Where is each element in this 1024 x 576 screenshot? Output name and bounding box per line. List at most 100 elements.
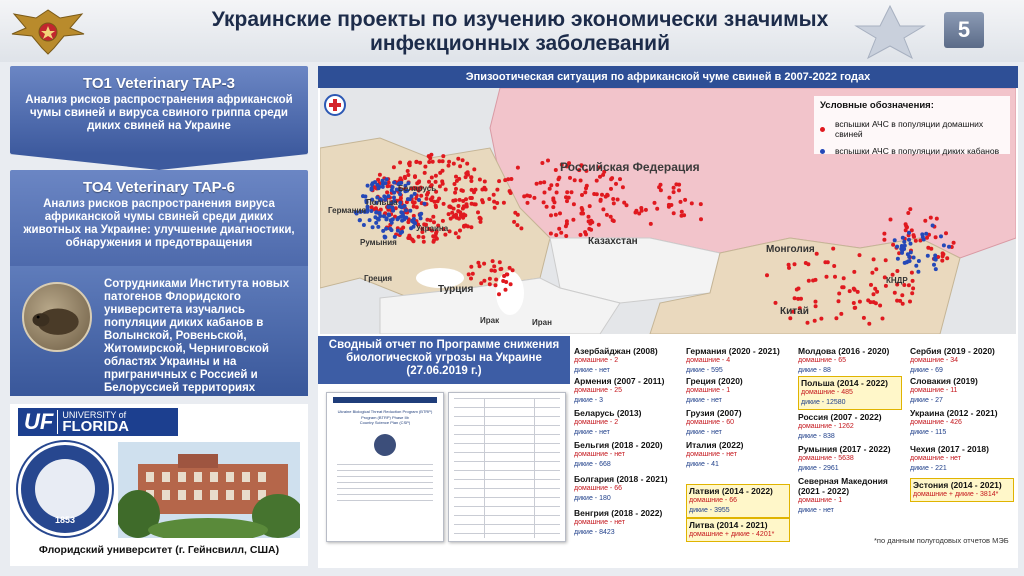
wild-count: дикие - 12580 bbox=[801, 399, 846, 406]
domestic-outbreak-dot bbox=[430, 159, 435, 164]
map-legend: Условные обозначения: вспышки АЧС в попу… bbox=[814, 96, 1010, 156]
wild-count: дикие - 88 bbox=[798, 367, 831, 374]
domestic-outbreak-dot bbox=[805, 320, 810, 325]
domestic-outbreak-dot bbox=[431, 234, 436, 239]
wild-outbreak-dot bbox=[367, 218, 372, 223]
domestic-outbreak-dot bbox=[478, 219, 483, 224]
country-name: Литва (2014 - 2021) bbox=[689, 520, 768, 530]
report-document-table bbox=[448, 392, 566, 542]
wild-count: дикие - 69 bbox=[910, 367, 943, 374]
domestic-outbreak-dot bbox=[411, 239, 416, 244]
domestic-count: домашние - 66 bbox=[574, 485, 622, 492]
domestic-outbreak-dot bbox=[557, 226, 562, 231]
domestic-outbreak-dot bbox=[522, 194, 527, 199]
domestic-outbreak-dot bbox=[851, 301, 856, 305]
domestic-outbreak-dot bbox=[457, 197, 462, 202]
wild-outbreak-dot bbox=[409, 226, 414, 231]
domestic-outbreak-dot bbox=[451, 161, 456, 166]
domestic-outbreak-dot bbox=[454, 174, 458, 179]
country-name: Латвия (2014 - 2022) bbox=[689, 486, 773, 496]
wild-outbreak-dot bbox=[895, 244, 900, 249]
domestic-outbreak-dot bbox=[951, 240, 956, 245]
domestic-outbreak-dot bbox=[505, 272, 510, 277]
domestic-outbreak-dot bbox=[465, 161, 470, 166]
domestic-outbreak-dot bbox=[377, 172, 382, 177]
uf-logo-line2: FLORIDA bbox=[62, 418, 129, 435]
wild-outbreak-dot bbox=[408, 208, 413, 213]
domestic-outbreak-dot bbox=[540, 161, 545, 165]
wild-outbreak-dot bbox=[939, 234, 943, 239]
domestic-outbreak-dot bbox=[594, 178, 599, 183]
wild-outbreak-dot bbox=[930, 223, 935, 228]
country-name: Италия (2022) bbox=[686, 440, 744, 450]
legend-label-wild: вспышки АЧС в популяции диких кабанов bbox=[835, 146, 1000, 156]
domestic-outbreak-dot bbox=[492, 205, 497, 210]
domestic-outbreak-dot bbox=[600, 192, 604, 197]
country-name: Чехия (2017 - 2018) bbox=[910, 444, 989, 454]
domestic-outbreak-dot bbox=[556, 177, 561, 182]
page-title-line1: Украинские проекты по изучению экономиче… bbox=[211, 8, 829, 31]
domestic-outbreak-dot bbox=[689, 201, 694, 206]
domestic-outbreak-dot bbox=[454, 186, 458, 191]
right-panel: Эпизоотическая ситуация по африканской ч… bbox=[318, 66, 1018, 568]
domestic-outbreak-dot bbox=[407, 161, 411, 166]
country-name: Азербайджан (2008) bbox=[574, 346, 658, 356]
domestic-outbreak-dot bbox=[551, 196, 556, 201]
domestic-count: домашние - 25 bbox=[574, 387, 622, 394]
country-name: Грузия (2007) bbox=[686, 408, 742, 418]
wild-outbreak-dot bbox=[402, 204, 407, 208]
domestic-outbreak-dot bbox=[857, 299, 862, 304]
domestic-outbreak-dot bbox=[482, 278, 487, 283]
domestic-outbreak-dot bbox=[578, 232, 583, 237]
domestic-outbreak-dot bbox=[463, 213, 468, 218]
domestic-outbreak-dot bbox=[406, 220, 411, 225]
domestic-outbreak-dot bbox=[492, 199, 497, 204]
country-entry: Венгрия (2018 - 2022) домашние - нет дикие… bbox=[574, 508, 686, 538]
domestic-outbreak-dot bbox=[910, 291, 915, 296]
domestic-outbreak-dot bbox=[833, 274, 837, 279]
domestic-count: домашние + дикие - 4201* bbox=[689, 531, 775, 538]
domestic-outbreak-dot bbox=[559, 230, 564, 235]
domestic-outbreak-dot bbox=[674, 182, 679, 187]
research-note: Сотрудниками Института новых патогенов Ф… bbox=[10, 266, 308, 396]
wild-outbreak-dot bbox=[418, 216, 423, 221]
domestic-outbreak-dot bbox=[477, 215, 482, 220]
country-entry: Беларусь (2013) домашние - 2 дикие - нет bbox=[574, 408, 686, 438]
domestic-outbreak-dot bbox=[648, 221, 653, 226]
domestic-outbreak-dot bbox=[405, 169, 410, 173]
wild-outbreak-dot bbox=[422, 201, 427, 206]
domestic-outbreak-dot bbox=[544, 204, 549, 209]
domestic-outbreak-dot bbox=[910, 278, 915, 283]
domestic-outbreak-dot bbox=[671, 190, 676, 195]
domestic-outbreak-dot bbox=[773, 300, 778, 305]
domestic-outbreak-dot bbox=[437, 196, 442, 201]
domestic-outbreak-dot bbox=[546, 158, 550, 163]
left-column: TO1 Veterinary TAP-3 Анализ рисков распр… bbox=[10, 66, 308, 566]
wild-count: дикие - нет bbox=[798, 507, 834, 514]
map-label-turkey: Турция bbox=[438, 284, 474, 295]
domestic-outbreak-dot bbox=[639, 206, 644, 210]
domestic-outbreak-dot bbox=[834, 316, 839, 321]
domestic-outbreak-dot bbox=[679, 213, 684, 218]
map-label-ukraine: Украина bbox=[416, 224, 449, 233]
domestic-outbreak-dot bbox=[477, 177, 482, 182]
domestic-outbreak-dot bbox=[933, 235, 938, 240]
domestic-outbreak-dot bbox=[565, 190, 570, 195]
domestic-count: домашние - нет bbox=[574, 451, 625, 458]
domestic-outbreak-dot bbox=[378, 207, 383, 212]
domestic-outbreak-dot bbox=[440, 218, 445, 223]
domestic-outbreak-dot bbox=[906, 211, 911, 215]
wild-count: дикие - 41 bbox=[686, 461, 719, 468]
domestic-outbreak-dot bbox=[527, 194, 532, 199]
country-entry: Азербайджан (2008) домашние - 2 дикие - не… bbox=[574, 346, 686, 376]
domestic-count: домашние - 11 bbox=[910, 387, 958, 394]
domestic-outbreak-dot bbox=[411, 200, 416, 205]
university-panel: UF UNIVERSITY of FLORIDA 1853 Флоридский… bbox=[10, 404, 308, 566]
domestic-outbreak-dot bbox=[497, 292, 501, 297]
domestic-outbreak-dot bbox=[677, 188, 681, 193]
domestic-outbreak-dot bbox=[608, 214, 613, 219]
domestic-outbreak-dot bbox=[666, 202, 671, 207]
domestic-outbreak-dot bbox=[507, 265, 512, 270]
domestic-outbreak-dot bbox=[909, 270, 914, 275]
domestic-outbreak-dot bbox=[905, 225, 909, 230]
